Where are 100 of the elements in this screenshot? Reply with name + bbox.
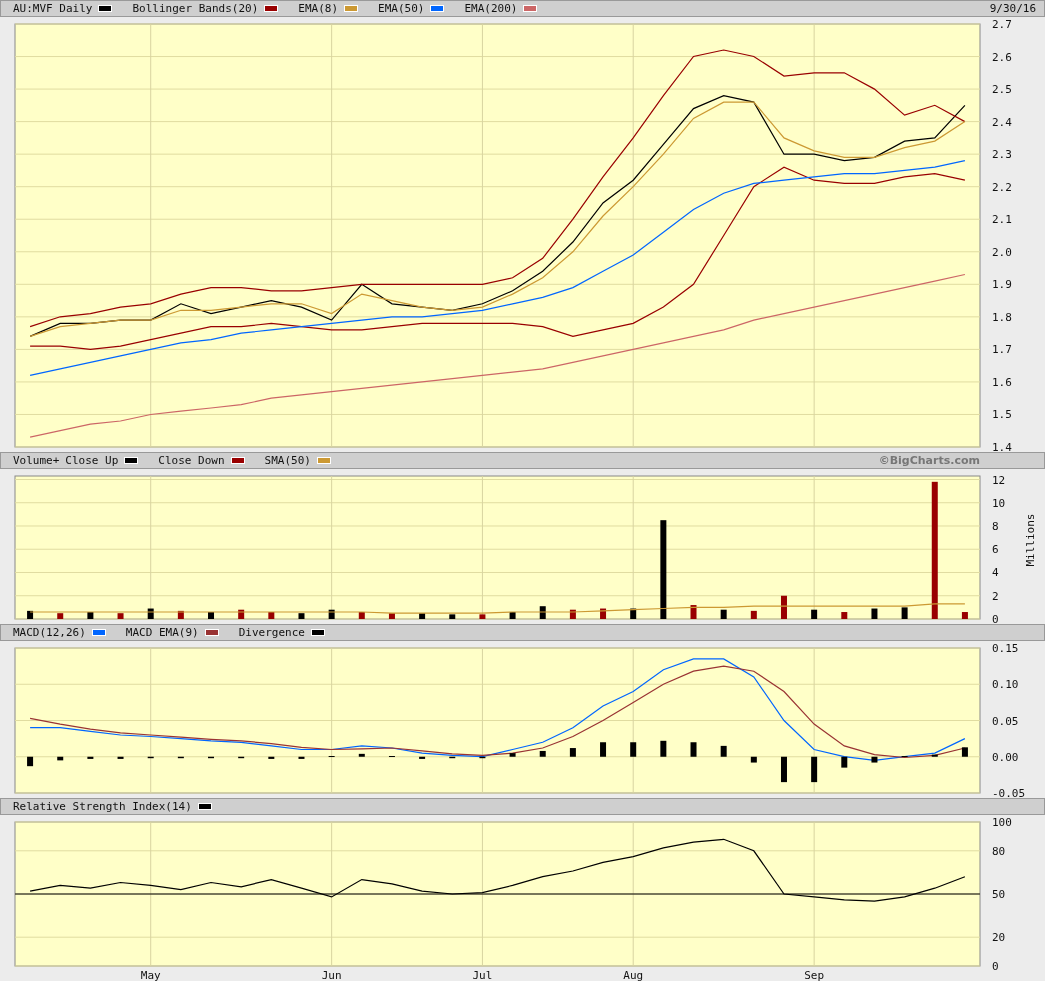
chart-bar [569,748,576,757]
y-tick-label: 4 [992,566,999,580]
chart-bar [781,756,787,783]
legend-title: Volume+ [13,454,60,467]
chart-bar [177,756,184,759]
x-tick-label: Aug [623,969,644,981]
y-tick-label: 0 [992,960,999,973]
y-tick-label: 2.0 [992,245,1012,259]
chart-bar [811,609,818,619]
y-tick-label: 2.1 [992,213,1012,227]
chart-bar [147,608,154,619]
legend-label: EMA(8) [298,2,339,15]
chart-bar [781,595,787,619]
y-tick-label: 1.4 [992,441,1012,454]
y-tick-label: 20 [992,931,1006,945]
chart-bar [449,614,456,619]
chart-bar [509,753,516,757]
y-tick-label: 2.5 [992,83,1012,97]
y-tick-label: 1.6 [992,375,1012,389]
chart-bar [268,756,275,759]
chart-bar [961,747,968,757]
legend-label: Bollinger Bands(20) [132,2,259,15]
y-tick-label: 2.6 [992,50,1012,64]
y-tick-label: 1.9 [992,278,1012,292]
chart-bar [479,756,486,759]
legend-label: Close Down [158,454,225,467]
chart-bar [871,608,878,619]
y-tick-label: 100 [992,816,1012,829]
chart-bar [660,740,667,757]
credit-label: ©BigCharts.com [878,454,980,467]
y-tick-label: 0.10 [992,678,1019,692]
chart-bar [117,613,124,619]
chart-bar [479,614,486,619]
chart-bar [539,606,546,619]
y-tick-label: 1.7 [992,343,1012,357]
chart-bar [569,609,576,619]
chart-bar [208,756,214,759]
legend-label: MACD(12,26) [13,626,86,639]
x-tick-label: Sep [804,969,825,981]
chart-bar [177,610,184,619]
legend-label: EMA(50) [378,2,425,15]
chart-bar [720,609,727,619]
y-tick-label: 0 [992,613,999,626]
legend-label: Divergence [238,626,305,639]
legend-label: AU:MVF Daily [13,2,93,15]
chart-bar [57,613,64,619]
y-tick-label: 2.2 [992,180,1012,194]
chart-bar [268,612,275,619]
chart-bar [630,742,637,757]
x-tick-label: Jul [472,969,493,981]
chart-bar [147,756,154,759]
chart-bar [750,610,757,619]
legend-label: SMA(50) [264,454,311,467]
chart-bar [630,608,637,619]
chart-bar [600,742,607,757]
chart-bar [449,756,456,759]
chart-bar [298,756,305,759]
chart-bar [690,742,697,757]
chart-bar [328,609,335,619]
chart-bar [931,754,938,757]
y-tick-label: 8 [992,520,999,533]
chart-bar [87,756,94,759]
y-tick-label: 2 [992,589,999,603]
chart-bar [238,609,245,619]
chart-bar [690,605,697,619]
chart-bar [419,756,426,759]
legend-label: EMA(200) [464,2,518,15]
y-tick-label: 0.00 [992,750,1019,764]
chart-bar [841,756,848,768]
chart-bar [871,756,878,763]
legend-label: Relative Strength Index(14) [13,800,192,813]
y-axis-label: Millions [1024,513,1037,567]
y-tick-label: 2.3 [992,148,1012,162]
chart-bar [298,613,305,619]
chart-bar [358,753,365,757]
chart-bar [901,607,908,619]
y-tick-label: 80 [992,844,1006,858]
chart-bar [841,612,848,619]
legend-label: MACD EMA(9) [125,626,199,639]
date-label: 9/30/16 [989,2,1036,15]
chart-bar [208,612,214,619]
chart-bar [961,612,968,619]
chart-bar [720,745,727,757]
y-tick-label: 1.5 [992,408,1012,422]
y-tick-label: 2.7 [992,18,1012,31]
x-tick-label: Jun [321,969,342,981]
chart-bar [600,608,607,619]
x-tick-label: May [140,969,161,981]
y-tick-label: 0.05 [992,714,1019,728]
chart-bar [539,750,546,757]
chart-bar [117,756,124,759]
y-tick-label: 50 [992,888,1006,901]
chart-bar [509,612,516,619]
chart-bar [750,756,757,763]
chart-bar [388,613,395,619]
legend-label: Close Up [65,454,119,467]
y-tick-label: -0.05 [992,787,1026,800]
chart-bar [87,612,94,619]
chart-bar [27,610,34,619]
chart-bar [238,756,245,759]
